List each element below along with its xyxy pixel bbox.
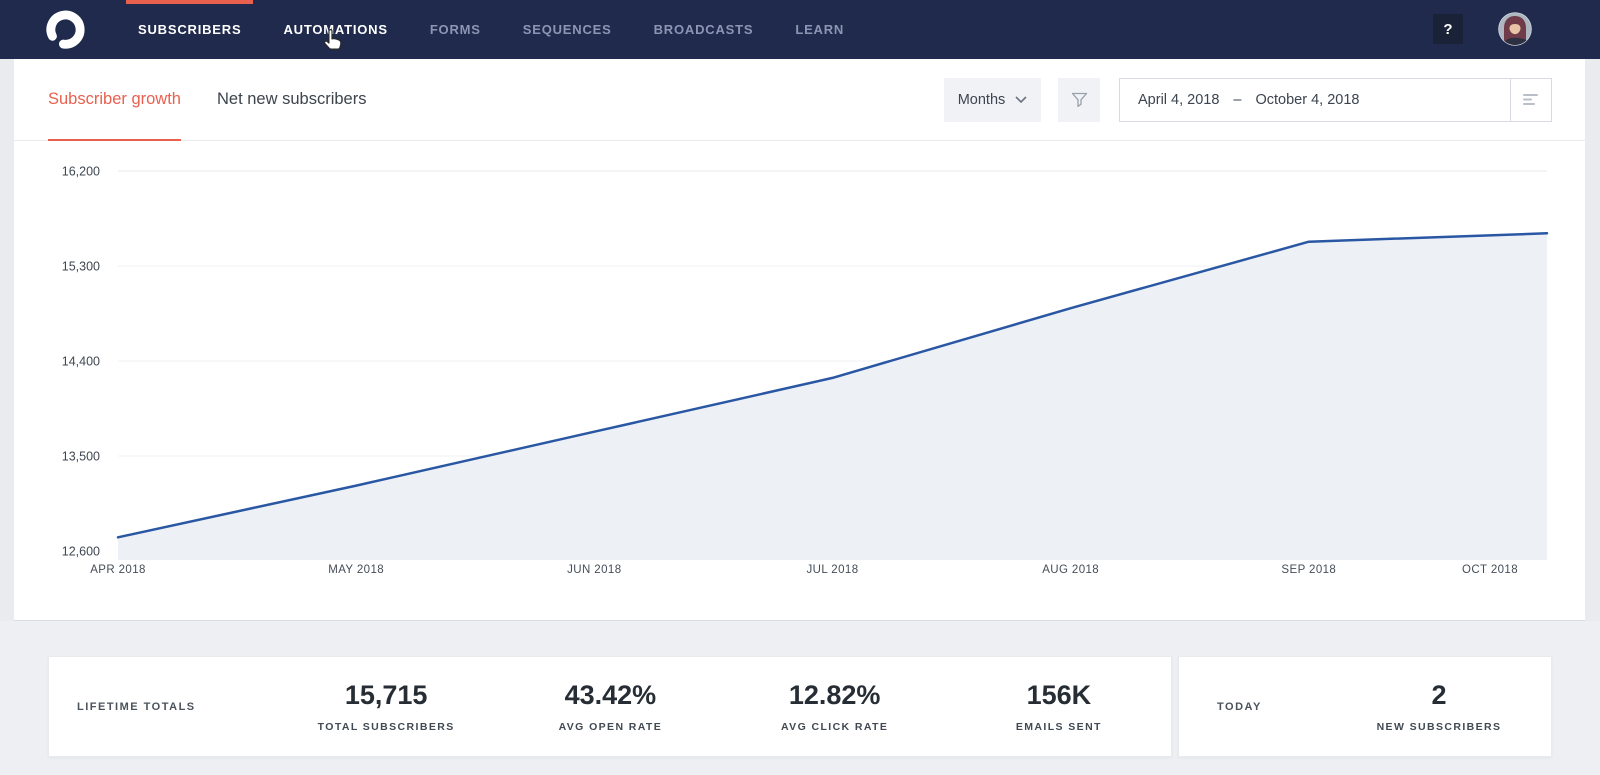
chart-panel: Subscriber growth Net new subscribers Mo… <box>14 59 1585 621</box>
stat-label: TOTAL SUBSCRIBERS <box>317 721 455 733</box>
stat-value: 2 <box>1431 680 1447 710</box>
interval-select-value: Months <box>957 92 1006 108</box>
svg-text:AUG 2018: AUG 2018 <box>1042 564 1099 576</box>
nav-right: ? <box>1360 0 1600 59</box>
date-range-separator: – <box>1233 92 1242 108</box>
stat-new-subscribers: 2 NEW SUBSCRIBERS <box>1327 680 1551 733</box>
nav-item-broadcasts[interactable]: BROADCASTS <box>654 0 754 59</box>
svg-text:12,600: 12,600 <box>62 545 100 559</box>
date-range-input[interactable]: April 4, 2018 – October 4, 2018 <box>1119 78 1511 122</box>
svg-text:OCT 2018: OCT 2018 <box>1462 564 1518 576</box>
tab-subscriber-growth[interactable]: Subscriber growth <box>48 59 181 141</box>
nav-item-sequences[interactable]: SEQUENCES <box>523 0 612 59</box>
filter-button[interactable] <box>1058 78 1100 122</box>
chart-panel-header: Subscriber growth Net new subscribers Mo… <box>14 59 1585 141</box>
main-nav-items: SUBSCRIBERS AUTOMATIONS FORMS SEQUENCES … <box>125 0 886 59</box>
convertkit-logo-icon[interactable] <box>42 7 88 53</box>
tab-net-new-subscribers[interactable]: Net new subscribers <box>217 59 366 140</box>
svg-text:MAY 2018: MAY 2018 <box>328 564 384 576</box>
align-left-lines-icon <box>1523 94 1538 105</box>
funnel-icon <box>1071 92 1087 108</box>
stat-value: 15,715 <box>344 680 428 710</box>
svg-text:SEP 2018: SEP 2018 <box>1281 564 1336 576</box>
chart-options-button[interactable] <box>1510 78 1552 122</box>
report-tabs: Subscriber growth Net new subscribers <box>48 59 366 141</box>
today-card: TODAY 2 NEW SUBSCRIBERS <box>1178 656 1552 757</box>
stat-value: 156K <box>1026 680 1092 710</box>
subscriber-growth-chart[interactable]: 12,600 13,500 14,400 15,300 16,200 APR 2018 MA… <box>14 150 1585 595</box>
lifetime-totals-label: LIFETIME TOTALS <box>77 700 196 713</box>
svg-text:14,400: 14,400 <box>62 355 100 369</box>
nav-item-learn[interactable]: LEARN <box>795 0 844 59</box>
lifetime-totals-card: LIFETIME TOTALS 15,715 TOTAL SUBSCRIBERS… <box>48 656 1172 757</box>
stats-section: LIFETIME TOTALS 15,715 TOTAL SUBSCRIBERS… <box>0 621 1600 775</box>
stat-avg-open-rate: 43.42% AVG OPEN RATE <box>498 680 722 733</box>
chart-controls: Months April 4, 2018 – October 4, 2018 <box>944 78 1552 122</box>
stat-value: 43.42% <box>564 680 657 710</box>
date-range-start: April 4, 2018 <box>1138 92 1220 108</box>
nav-item-forms[interactable]: FORMS <box>430 0 481 59</box>
svg-text:APR 2018: APR 2018 <box>90 564 146 576</box>
svg-text:JUN 2018: JUN 2018 <box>567 564 621 576</box>
stat-value: 12.82% <box>788 680 881 710</box>
svg-text:13,500: 13,500 <box>62 450 100 464</box>
interval-select[interactable]: Months <box>944 78 1041 122</box>
stat-total-subscribers: 15,715 TOTAL SUBSCRIBERS <box>274 680 498 733</box>
stat-label: NEW SUBSCRIBERS <box>1376 721 1502 733</box>
svg-text:JUL 2018: JUL 2018 <box>806 564 858 576</box>
stat-label: AVG OPEN RATE <box>558 721 663 733</box>
help-button[interactable]: ? <box>1433 14 1463 44</box>
top-nav: SUBSCRIBERS AUTOMATIONS FORMS SEQUENCES … <box>0 0 1600 59</box>
stat-emails-sent: 156K EMAILS SENT <box>947 680 1171 733</box>
nav-item-automations[interactable]: AUTOMATIONS <box>283 0 387 59</box>
nav-item-subscribers[interactable]: SUBSCRIBERS <box>125 0 254 59</box>
stat-label: AVG CLICK RATE <box>780 721 889 733</box>
stat-label: EMAILS SENT <box>1015 721 1102 733</box>
line-chart-canvas: 12,600 13,500 14,400 15,300 16,200 APR 2018 MA… <box>62 165 1549 576</box>
svg-text:15,300: 15,300 <box>62 260 100 274</box>
date-range-end: October 4, 2018 <box>1255 92 1360 108</box>
svg-text:16,200: 16,200 <box>62 165 100 179</box>
stat-avg-click-rate: 12.82% AVG CLICK RATE <box>723 680 947 733</box>
chevron-down-icon <box>1015 96 1027 104</box>
today-label: TODAY <box>1217 700 1262 713</box>
avatar[interactable] <box>1498 12 1532 46</box>
